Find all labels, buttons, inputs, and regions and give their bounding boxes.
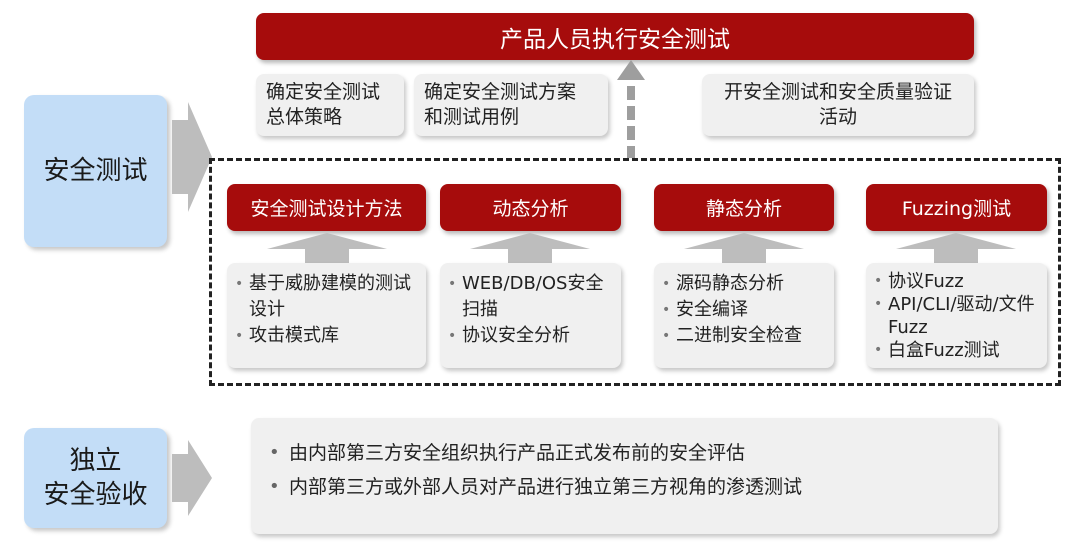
list-item: 协议Fuzz: [874, 270, 1039, 293]
independent-acceptance-label: 独立 安全验收: [43, 444, 147, 512]
method-header-static: 静态分析: [654, 184, 834, 231]
method-list-fuzzing: 协议Fuzz API/CLI/驱动/文件Fuzz 白盒Fuzz测试: [866, 263, 1047, 368]
independent-label-line-1: 独立: [69, 446, 122, 476]
security-testing-label-line: 安全测试: [43, 156, 148, 186]
method-header-fuzzing-text: Fuzzing测试: [901, 198, 1012, 220]
method-list-design: 基于威胁建模的测试设计 攻击模式库: [227, 263, 426, 368]
top-box-plan-line-2: 和测试用例: [424, 106, 520, 128]
list-item: 内部第三方或外部人员对产品进行独立第三方视角的渗透测试: [267, 470, 982, 504]
list-item: API/CLI/驱动/文件Fuzz: [874, 293, 1039, 339]
top-box-strategy-line-2: 总体策略: [266, 106, 343, 128]
right-arrow-icon: [172, 440, 212, 516]
up-arrow-icon: [684, 233, 804, 263]
independent-acceptance-label-box: 独立 安全验收: [24, 428, 167, 528]
method-header-dynamic-text: 动态分析: [492, 198, 569, 220]
top-title-text: 产品人员执行安全测试: [500, 26, 730, 53]
security-testing-label-box: 安全测试: [24, 95, 167, 247]
list-item: 白盒Fuzz测试: [874, 339, 1039, 362]
list-item: 基于威胁建模的测试设计: [235, 271, 418, 323]
list-item: 源码静态分析: [662, 271, 826, 297]
right-arrow-icon: [172, 102, 212, 212]
method-list-static: 源码静态分析 安全编译 二进制安全检查: [654, 263, 834, 368]
top-box-plan-line-1: 确定安全测试方案: [424, 81, 577, 103]
list-item: 协议安全分析: [448, 323, 613, 349]
top-title-bar: 产品人员执行安全测试: [256, 13, 974, 60]
list-item: 由内部第三方安全组织执行产品正式发布前的安全评估: [267, 436, 982, 470]
list-item: WEB/DB/OS安全扫描: [448, 271, 613, 323]
method-header-static-text: 静态分析: [705, 198, 782, 220]
list-item: 安全编译: [662, 297, 826, 323]
top-box-strategy: 确定安全测试 总体策略: [256, 74, 404, 136]
top-box-plan: 确定安全测试方案 和测试用例: [414, 74, 608, 136]
method-header-dynamic: 动态分析: [440, 184, 621, 231]
independent-label-line-2: 安全验收: [43, 480, 148, 510]
dashed-up-arrow-icon: [617, 60, 645, 158]
list-item: 攻击模式库: [235, 323, 418, 349]
top-box-strategy-line-1: 确定安全测试: [266, 81, 381, 103]
security-testing-label: 安全测试: [43, 154, 147, 188]
up-arrow-icon: [470, 233, 590, 263]
method-header-design: 安全测试设计方法: [227, 184, 426, 231]
up-arrow-icon: [267, 233, 387, 263]
method-header-design-text: 安全测试设计方法: [250, 198, 403, 220]
independent-acceptance-box: 由内部第三方安全组织执行产品正式发布前的安全评估 内部第三方或外部人员对产品进行…: [251, 418, 998, 534]
top-box-activities-line-2: 活动: [818, 106, 857, 128]
method-list-dynamic: WEB/DB/OS安全扫描 协议安全分析: [440, 263, 621, 368]
up-arrow-icon: [896, 233, 1016, 263]
top-box-activities-line-1: 开安全测试和安全质量验证: [723, 81, 952, 103]
list-item: 二进制安全检查: [662, 323, 826, 349]
method-header-fuzzing: Fuzzing测试: [866, 184, 1047, 231]
top-box-activities: 开安全测试和安全质量验证 活动: [702, 74, 974, 136]
